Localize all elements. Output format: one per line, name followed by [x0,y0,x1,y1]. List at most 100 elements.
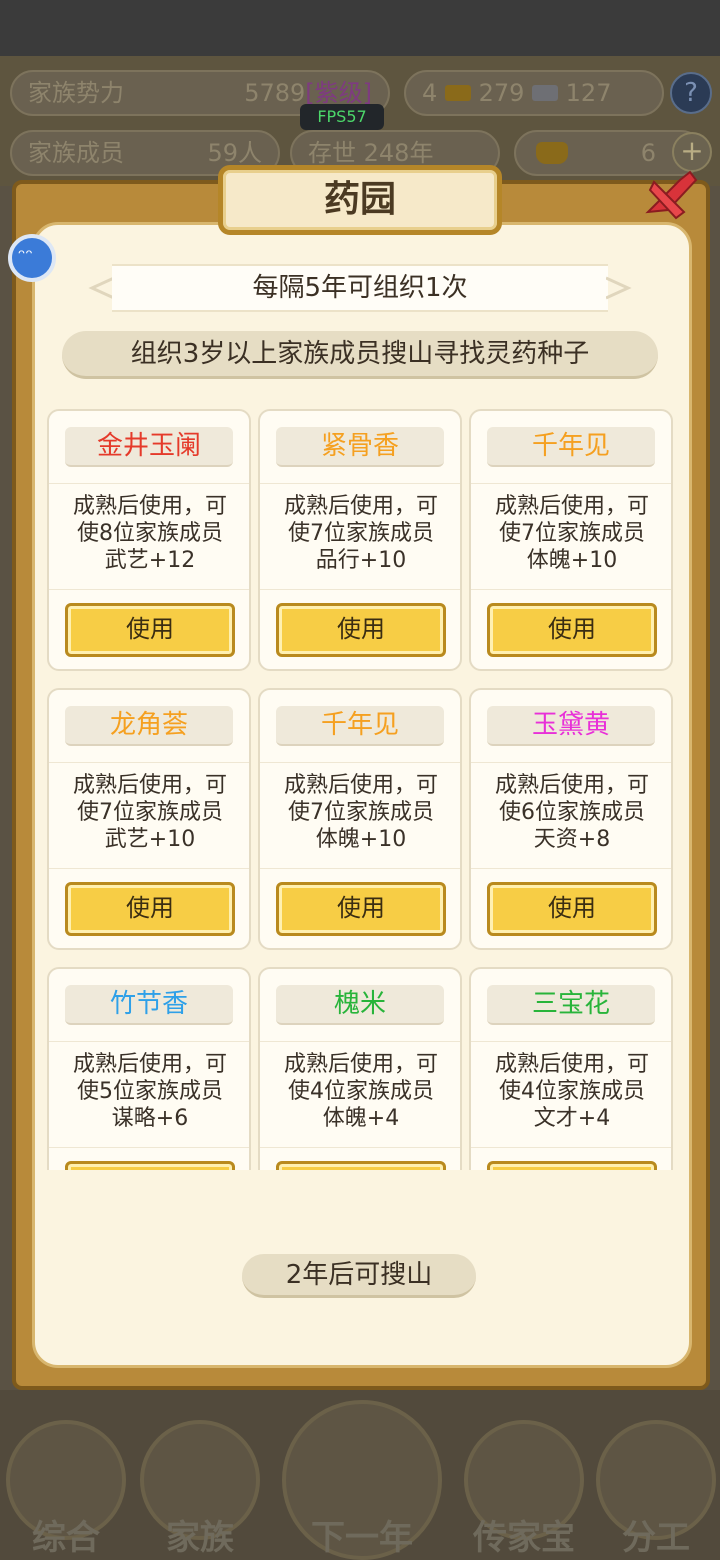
herb-name: 千年见 [276,706,444,746]
herb-description: 成熟后使用，可 使4位家族成员 体魄+4 [268,1051,454,1132]
family-power-label: 家族势力 [28,79,124,107]
close-icon[interactable] [640,162,704,226]
herb-description-line: 成熟后使用，可 [494,1052,649,1077]
herb-name: 槐米 [276,985,444,1025]
herb-description-line: 成熟后使用，可 [72,494,227,519]
herb-card: 紧骨香 成熟后使用，可 使7位家族成员 品行+10 使用 [258,409,462,671]
card-divider [260,868,460,869]
herb-description-line: 使7位家族成员 [288,800,434,825]
use-herb-button[interactable]: 使用 [276,1161,446,1170]
herb-description-line: 成熟后使用，可 [283,494,438,519]
herb-card: 龙角荟成熟后使用，可 使7位家族成员 武艺+10 使用 [47,688,251,950]
herb-list[interactable]: 金井玉阑 成熟后使用，可 使8位家族成员 武艺+12 使用 紧骨香 成熟后使用，可 使7位家族… [40,400,680,1170]
members-label: 家族成员 [28,139,124,167]
card-divider [49,868,249,869]
herb-description-line: 武艺+12 [104,548,196,573]
existence-label: 存世 [308,139,356,167]
dialog-subtitle: 组织3岁以上家族成员搜山寻找灵药种子 [62,331,658,379]
herb-name: 龙角荟 [65,706,233,746]
gold-value: 279 [478,79,525,107]
silver-value: 127 [565,79,612,107]
nav-family-label: 家族 [166,1518,234,1558]
nav-next-year-label: 下一年 [311,1518,413,1558]
card-divider [49,1041,249,1042]
card-divider [49,1147,249,1148]
herb-description-line: 体魄+10 [526,548,618,573]
avatar-face-icon: ᵔᵔ [18,246,33,267]
herb-card: 玉黛黄成熟后使用，可 使6位家族成员 天资+8 使用 [469,688,673,950]
herb-name: 金井玉阑 [65,427,233,467]
herb-description-line: 使8位家族成员 [77,521,223,546]
herb-description-line: 使6位家族成员 [499,800,645,825]
herb-description-line: 成熟后使用，可 [283,1052,438,1077]
card-divider [471,868,671,869]
herb-description: 成熟后使用，可 使7位家族成员 品行+10 [268,493,454,574]
herb-name: 玉黛黄 [487,706,655,746]
herb-description-line: 成熟后使用，可 [72,773,227,798]
herb-description-line: 使7位家族成员 [499,521,645,546]
card-divider [471,1147,671,1148]
herb-description: 成熟后使用，可 使6位家族成员 天资+8 [479,772,665,853]
herb-description: 成熟后使用，可 使7位家族成员 武艺+10 [57,772,243,853]
herb-card: 槐米成熟后使用，可使4位家族成员体魄+4 使用 [258,967,462,1170]
currency-pill: 4 279 127 [404,70,664,116]
card-divider [260,1041,460,1042]
card-divider [260,589,460,590]
card-divider [471,762,671,763]
card-divider [471,483,671,484]
search-status-button[interactable]: 2年后可搜山 [242,1254,476,1298]
card-divider [260,762,460,763]
herb-description-line: 使4位家族成员 [288,1079,434,1104]
use-herb-button[interactable]: 使用 [487,882,657,936]
use-herb-button[interactable]: 使用 [487,603,657,657]
herb-description-line: 使5位家族成员 [77,1079,223,1104]
herb-description-line: 使7位家族成员 [77,800,223,825]
use-herb-button[interactable]: 使用 [65,1161,235,1170]
interval-banner: 每隔5年可组织1次 [112,264,608,312]
fps-counter: FPS57 [300,104,384,130]
ingot-icon [536,142,568,164]
herb-description-line: 体魄+4 [322,1106,400,1131]
banner-left-ornament-icon [88,276,114,300]
herb-description: 成熟后使用，可 使8位家族成员 武艺+12 [57,493,243,574]
card-divider [49,762,249,763]
card-divider [471,1041,671,1042]
dialog-title: 药园 [218,165,502,235]
nav-comprehensive-label: 综合 [32,1518,100,1558]
herb-description: 成熟后使用，可 使7位家族成员 体魄+10 [268,772,454,853]
use-herb-button[interactable]: 使用 [276,603,446,657]
herb-description-line: 使4位家族成员 [499,1079,645,1104]
resource-count: 4 [422,79,438,107]
herb-description-line: 文才+4 [533,1106,611,1131]
herb-card: 千年见成熟后使用，可 使7位家族成员 体魄+10 使用 [258,688,462,950]
card-divider [49,589,249,590]
silver-icon [532,85,559,101]
herb-description-line: 体魄+10 [315,827,407,852]
herb-description-line: 武艺+10 [104,827,196,852]
nav-heirloom-label: 传家宝 [473,1518,575,1558]
herb-card: 金井玉阑成熟后使用，可 使8位家族成员 武艺+12 使用 [47,409,251,671]
herb-name: 千年见 [487,427,655,467]
herb-description-line: 天资+8 [533,827,611,852]
herb-description: 成熟后使用，可 使5位家族成员 谋略+6 [57,1051,243,1132]
use-herb-button[interactable]: 使用 [276,882,446,936]
use-herb-button[interactable]: 使用 [65,882,235,936]
help-button[interactable]: ? [670,72,712,114]
use-herb-button[interactable]: 使用 [65,603,235,657]
gold-icon [444,85,471,101]
herb-name: 竹节香 [65,985,233,1025]
herb-card: 三宝花成熟后使用，可使4位家族成员文才+4 使用 [469,967,673,1170]
card-divider [260,483,460,484]
herb-card: 千年见 成熟后使用，可 使7位家族成员 体魄+10 使用 [469,409,673,671]
family-power-tag: [紫级] [305,79,372,107]
assistant-avatar[interactable]: ᵔᵔ [8,234,56,282]
existence-value: 248年 [363,139,434,167]
card-divider [49,483,249,484]
use-herb-button[interactable]: 使用 [487,1161,657,1170]
banner-right-ornament-icon [606,276,632,300]
herb-description-line: 成熟后使用，可 [72,1052,227,1077]
herb-description-line: 成熟后使用，可 [494,773,649,798]
help-icon: ? [684,78,698,108]
herb-name: 三宝花 [487,985,655,1025]
herb-card: 竹节香成熟后使用，可使5位家族成员谋略+6 使用 [47,967,251,1170]
